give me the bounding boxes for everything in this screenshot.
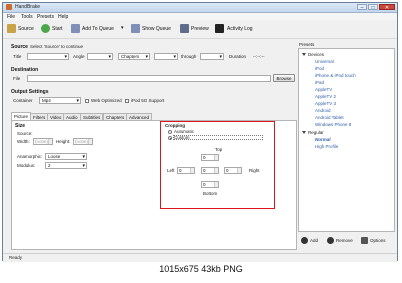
preset-item-universal[interactable]: Universal [315, 59, 334, 64]
presets-panel: Devices Universal iPod iPhone & iPod tou… [298, 48, 395, 232]
preset-item-appletv-3[interactable]: AppleTV 3 [315, 101, 336, 106]
menu-help[interactable]: Help [58, 14, 68, 20]
menu-file[interactable]: File [7, 14, 15, 20]
show-queue-button[interactable]: Show Queue [142, 26, 171, 32]
modulus-select[interactable]: 2 [45, 162, 87, 169]
toolbar: Source Start Add To Queue ▾ Show Queue P… [3, 21, 397, 39]
source-section-label: Source [11, 44, 28, 50]
source-size-label: Source: [17, 131, 33, 136]
gear-icon [361, 237, 368, 244]
duration-value: --:--:-- [253, 54, 265, 59]
add-preset-icon [301, 237, 308, 244]
show-queue-icon [131, 24, 140, 33]
file-label: File [13, 76, 21, 81]
window-title: HandBrake [15, 4, 41, 10]
tab-picture[interactable]: Picture [11, 112, 32, 120]
ipod-support-checkbox[interactable] [125, 99, 129, 103]
preset-item-android[interactable]: Android [315, 108, 331, 113]
title-select[interactable] [27, 53, 69, 60]
tab-filters[interactable]: Filters [30, 113, 49, 120]
preset-options-button[interactable]: Options [370, 238, 386, 243]
preview-button[interactable]: Preview [191, 26, 209, 32]
container-label: Container [13, 98, 33, 103]
minimize-button[interactable]: – [357, 4, 367, 11]
preset-group-regular[interactable]: Regular [302, 130, 324, 135]
title-bar: HandBrake – □ ✕ [3, 3, 397, 13]
preset-group-devices[interactable]: Devices [302, 52, 324, 57]
destination-file-input[interactable] [27, 75, 271, 82]
remove-preset-button[interactable]: Remove [336, 238, 353, 243]
menu-presets[interactable]: Presets [37, 14, 54, 20]
tab-audio[interactable]: Audio [63, 113, 81, 120]
handbrake-app-icon [6, 4, 12, 10]
tab-video[interactable]: Video [47, 113, 65, 120]
preset-item-appletv[interactable]: AppleTV [315, 87, 332, 92]
preset-group-label: Devices [308, 52, 325, 57]
chevron-down-icon[interactable]: ▾ [121, 25, 124, 31]
width-label: Width: [17, 139, 30, 144]
through-label: through [181, 54, 197, 59]
status-bar: Ready [3, 253, 397, 262]
preset-item-windows-phone-8[interactable]: Windows Phone 8 [315, 122, 351, 127]
start-icon [41, 24, 50, 33]
tab-chapters[interactable]: Chapters [103, 113, 128, 120]
chapter-end-select[interactable] [200, 53, 224, 60]
source-icon [7, 24, 16, 33]
expand-icon [302, 53, 306, 56]
chapter-start-select[interactable] [154, 53, 178, 60]
activity-log-button[interactable]: Activity Log [227, 26, 253, 32]
cropping-highlight-box [160, 121, 275, 209]
height-stepper[interactable]: (none) [73, 138, 93, 145]
status-text: Ready [9, 255, 23, 260]
menu-tools[interactable]: Tools [21, 14, 33, 20]
source-button[interactable]: Source [18, 26, 34, 32]
angle-select[interactable] [87, 53, 113, 60]
anamorphic-select[interactable]: Loose [45, 153, 87, 160]
remove-preset-icon [327, 237, 334, 244]
preset-item-iphone-ipod-touch[interactable]: iPhone & iPod touch [315, 73, 356, 78]
duration-label: Duration [229, 54, 247, 59]
activity-log-icon [215, 24, 224, 33]
ipod-support-label: iPod 5G Support [131, 98, 165, 103]
add-to-queue-button[interactable]: Add To Queue [82, 26, 114, 32]
maximize-button[interactable]: □ [368, 4, 378, 11]
expand-icon [302, 131, 306, 134]
add-to-queue-icon [71, 24, 80, 33]
destination-section-label: Destination [11, 67, 39, 73]
add-preset-button[interactable]: Add [310, 238, 318, 243]
browse-button[interactable]: Browse [273, 74, 295, 82]
container-select[interactable]: Mp4 [39, 97, 81, 104]
start-button[interactable]: Start [52, 26, 63, 32]
preset-item-appletv-2[interactable]: AppleTV 2 [315, 94, 336, 99]
size-label: Size [15, 123, 26, 129]
preset-item-ipod[interactable]: iPod [315, 66, 324, 71]
tab-advanced[interactable]: Advanced [126, 113, 153, 120]
preset-item-ipad[interactable]: iPad [315, 80, 324, 85]
presets-label: Presets [299, 42, 315, 47]
anamorphic-label: Anamorphic: [17, 154, 43, 159]
preset-item-normal[interactable]: Normal [315, 137, 331, 142]
angle-label: Angle [73, 54, 85, 59]
web-optimized-checkbox[interactable] [85, 99, 89, 103]
source-hint: Select 'Source' to continue [30, 44, 84, 49]
preview-icon [180, 24, 189, 33]
close-button[interactable]: ✕ [379, 4, 395, 11]
output-settings-label: Output Settings [11, 89, 49, 95]
modulus-label: Modulus: [17, 163, 36, 168]
preset-item-android-tablet[interactable]: Android Tablet [315, 115, 344, 120]
handbrake-window: HandBrake – □ ✕ File Tools Presets Help … [2, 2, 398, 262]
tab-subtitles[interactable]: Subtitles [80, 113, 104, 120]
image-caption: 1015x675 43kb PNG [159, 264, 243, 274]
web-optimized-label: Web Optimized [91, 98, 122, 103]
chapters-mode-select[interactable]: Chapters [118, 53, 150, 60]
preset-item-high-profile[interactable]: High Profile [315, 144, 338, 149]
width-stepper[interactable]: (none) [33, 138, 53, 145]
height-label: Height: [56, 139, 71, 144]
preset-group-label: Regular [308, 130, 324, 135]
title-label: Title [13, 54, 22, 59]
menu-bar: File Tools Presets Help [3, 13, 397, 20]
